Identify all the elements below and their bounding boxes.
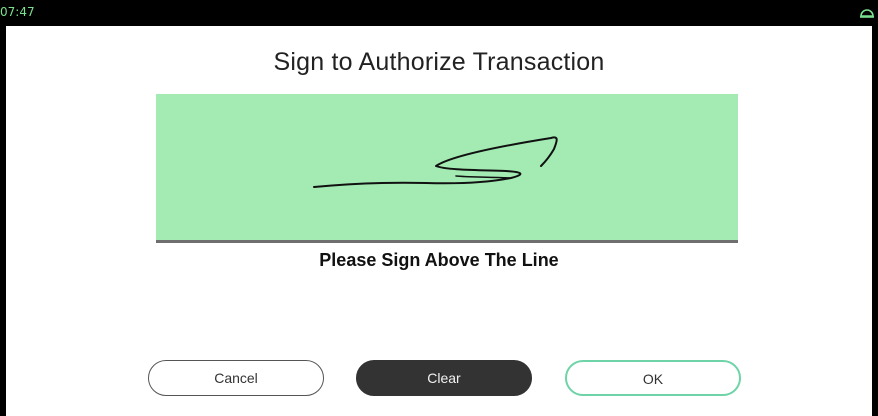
sign-instruction: Please Sign Above The Line	[319, 250, 559, 270]
signature-line	[156, 240, 738, 243]
signature-screen: 07:47 Sign to Authorize Transaction Plea…	[0, 0, 878, 416]
cancel-button[interactable]: Cancel	[148, 360, 324, 396]
signature-stroke	[313, 136, 558, 188]
status-time: 07:47	[0, 5, 35, 19]
signature-pad[interactable]	[156, 94, 738, 240]
page-title: Sign to Authorize Transaction	[273, 48, 605, 76]
status-bar: 07:47	[0, 0, 878, 26]
clear-button[interactable]: Clear	[356, 360, 532, 396]
cloud-icon	[858, 3, 876, 21]
ok-button[interactable]: OK	[565, 360, 741, 396]
